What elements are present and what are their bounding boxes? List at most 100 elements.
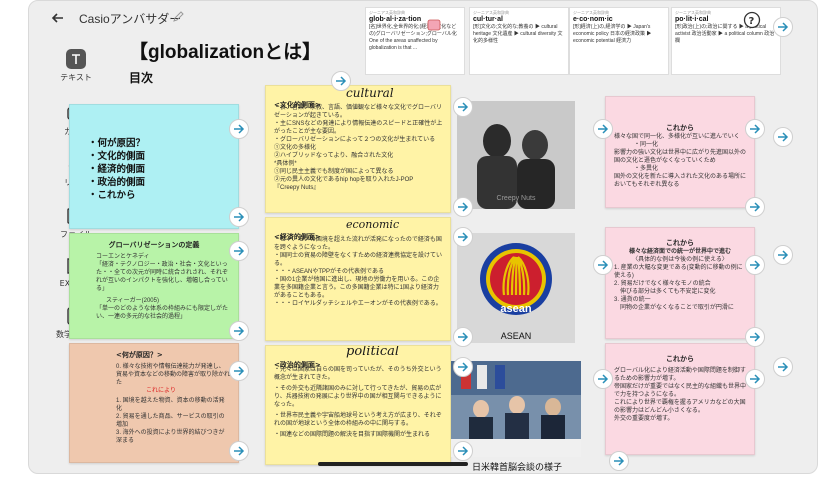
future-line: これにより世界で覇権を握るアメリカなどの大国の影響力はどんどん小さくなる。: [614, 400, 746, 414]
card-link-arrow[interactable]: [593, 119, 613, 139]
dict-body: [形]経済(上)の,経済学の ▶ Japan's economic policy…: [573, 24, 652, 44]
future-line: 同物の企業がなくなることで取引が円滑に: [614, 305, 734, 311]
creepy-nuts-photo[interactable]: Creepy Nuts: [457, 101, 575, 209]
card-link-arrow[interactable]: [229, 241, 249, 261]
arrow-right-icon: [750, 260, 761, 270]
cause-point: 3. 海外への投資により世界的結びつきが深まる: [116, 430, 225, 444]
arrow-right-icon: [598, 124, 609, 134]
card-link-arrow[interactable]: [453, 97, 473, 117]
dict-card-cultural[interactable]: ジーニアス英和辞典 cul·tur·al [形]文化の;文化的な;教養の ▶ c…: [469, 7, 569, 75]
card-link-arrow[interactable]: [773, 245, 793, 265]
summit-photo[interactable]: [451, 361, 581, 457]
future-title: これから: [666, 239, 694, 247]
asean-logo-text: asean: [500, 303, 531, 315]
economic-line: ・・・ASEANやTPPがその代表例である: [274, 269, 384, 275]
dict-card-economic[interactable]: ジーニアス英和辞典 e·co·nom·ic [形]経済(上)の,経済学の ▶ J…: [569, 7, 669, 75]
political-line: ・世界市民主義や宇宙船地球号という考え方が広まり、それぞれの国が地球という全体の…: [274, 413, 442, 427]
definition-card[interactable]: グローバリゼーションの定義 コーエンとケネディ 「経済・テクノロジー・政治・社会…: [69, 233, 239, 339]
arrow-right-icon: [234, 326, 245, 336]
arrow-right-icon: [750, 202, 761, 212]
notebook-title: Casioアンバサダー: [79, 12, 182, 26]
card-link-arrow[interactable]: [745, 327, 765, 347]
future-card-economic[interactable]: これから 様々な経済面での統一が世界中で進む 〈具体的な例は今後の例に使える〉 …: [605, 227, 755, 339]
arrow-right-icon: [614, 456, 625, 466]
help-icon[interactable]: ?: [743, 11, 761, 29]
card-link-arrow[interactable]: [745, 369, 765, 389]
card-link-arrow[interactable]: [453, 197, 473, 217]
future-card-political[interactable]: これから グローバル化により経済活動や国際問題を制御するための影響力が増す。 帝…: [605, 343, 755, 455]
asean-logo-card[interactable]: asean ASEAN: [457, 233, 575, 343]
back-arrow-icon[interactable]: [51, 11, 65, 25]
card-link-arrow[interactable]: [609, 451, 629, 471]
card-link-arrow[interactable]: [745, 197, 765, 217]
definition-line: コーエンとケネディ: [96, 254, 150, 260]
arrow-right-icon: [234, 124, 245, 134]
future-line: 影響力の強い文化は世界中に広がり先進国以外の国の文化と遜色がなくなっていくため: [614, 150, 747, 164]
economic-line: ・国の1企業が他国に進出し、現地の労働力を用いる。この企業を多国籍企業と言う。こ…: [274, 277, 440, 299]
arrow-right-icon: [458, 232, 469, 242]
card-link-arrow[interactable]: [453, 357, 473, 377]
economic-card[interactable]: <経済的側面> economic ・ヒト、モノの国境を超えた流れが活発になったの…: [265, 217, 451, 341]
political-card[interactable]: <政治的側面> political ・元々は国家は自らの国を司っていたが、そのう…: [265, 345, 451, 465]
card-link-arrow[interactable]: [745, 119, 765, 139]
card-link-arrow[interactable]: [229, 207, 249, 227]
card-link-arrow[interactable]: [229, 321, 249, 341]
sticky-note-icon[interactable]: [427, 19, 441, 31]
card-link-arrow[interactable]: [773, 127, 793, 147]
future-card-cultural[interactable]: これから 様々な国で同一化、多様化が互いに進んでいく ・同一化 影響力の強い文化…: [605, 96, 755, 208]
toc-card[interactable]: ・何が原因？ ・文化的側面 ・経済的側面 ・政治的側面 ・これから: [69, 104, 239, 229]
cultural-title: <文化的側面>: [274, 101, 321, 109]
tool-text-label: テキスト: [60, 73, 92, 82]
dict-body: [名]世界化,全世界的化;(経済・文化などの)グローバリゼーション;グローバル化…: [369, 24, 457, 51]
arrow-right-icon: [458, 332, 469, 342]
summit-caption: 日米韓首脳会談の様子: [471, 462, 562, 472]
card-link-arrow[interactable]: [331, 71, 351, 91]
card-link-arrow[interactable]: [593, 369, 613, 389]
definition-line: スティーガー(2005): [106, 298, 159, 304]
card-link-arrow[interactable]: [773, 357, 793, 377]
card-link-arrow[interactable]: [593, 255, 613, 275]
dict-body: [形]文化の;文化的な;教養の ▶ cultural heritage 文化遺産…: [473, 24, 563, 44]
cultural-card[interactable]: <文化的側面> cultural ・食、音楽、宗教、言語、価値観など様々な文化で…: [265, 85, 451, 213]
political-title: <政治的側面>: [274, 361, 321, 369]
asean-caption: ASEAN: [500, 331, 532, 341]
arrow-right-icon: [598, 374, 609, 384]
cultural-line: ・主にSNSなどの発達により情報伝達のスピードと正確性が上がったことが主な要因。: [274, 121, 443, 135]
arrow-right-icon: [778, 362, 789, 372]
political-line: ・国連などの国際問題の解決を目指す国際機関が生まれる: [274, 432, 431, 438]
asean-logo-icon: asean: [457, 233, 575, 331]
card-link-arrow[interactable]: [229, 361, 249, 381]
card-link-arrow[interactable]: [229, 119, 249, 139]
card-link-arrow[interactable]: [453, 227, 473, 247]
photo-icon: [451, 361, 581, 457]
canvas-frame: Casioアンバサダー 【globalizationとは】 目次 テキスト カメ…: [28, 0, 818, 474]
cause-point: 1. 国境を越えた物資、資本の移動の活発化: [116, 398, 225, 412]
svg-text:?: ?: [749, 16, 755, 27]
card-link-arrow[interactable]: [773, 17, 793, 37]
future-line: グローバル化により経済活動や国際問題を制御するための影響力が増す。: [614, 368, 746, 382]
card-link-arrow[interactable]: [229, 441, 249, 461]
future-line: 伸びる部分は多くても不安定に変化: [614, 289, 716, 295]
dict-header: ジーニアス英和辞典: [473, 10, 509, 15]
cause-title: <何が原因？>: [116, 351, 163, 359]
card-link-arrow[interactable]: [453, 327, 473, 347]
arrow-right-icon: [750, 374, 761, 384]
edit-title-icon[interactable]: [172, 11, 184, 23]
dict-header: ジーニアス英和辞典: [573, 10, 609, 15]
future-line: ・同一化: [634, 142, 659, 148]
card-link-arrow[interactable]: [453, 441, 473, 461]
cultural-line: ・グローバリゼーションによって２つの文化が生まれている: [274, 137, 436, 143]
dict-header: ジーニアス英和辞典: [675, 10, 711, 15]
tool-text[interactable]: テキスト: [51, 49, 101, 83]
economic-handwriting: economic: [346, 218, 400, 231]
future-subtitle: 様々な経済面での統一が世界中で進む: [628, 249, 731, 255]
card-link-arrow[interactable]: [745, 255, 765, 275]
arrow-right-icon: [778, 132, 789, 142]
arrow-right-icon: [598, 260, 609, 270]
dict-card-globalization[interactable]: ジーニアス英和辞典 glob·al·i·za·tion [名]世界化,全世界的化…: [365, 7, 465, 75]
definition-title: グローバリゼーションの定義: [108, 241, 200, 249]
definition-line: 「単一のどのような体系の枠組みにも限定しがたい、一連の多元的な社会的過程」: [96, 306, 229, 320]
dict-card-political[interactable]: ジーニアス英和辞典 po·lit·i·cal [形]政治(上)の;政治に関する …: [671, 7, 781, 75]
toc-item: ・何が原因？: [88, 138, 146, 149]
cause-card[interactable]: <何が原因？> 0. 様々な技術や情報伝達能力が発達し、貿易や資本などの移動の障…: [69, 343, 239, 463]
